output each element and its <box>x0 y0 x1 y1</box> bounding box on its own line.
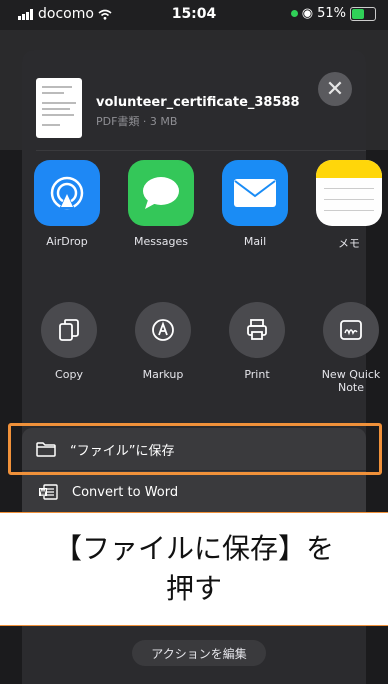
action-row: Copy Markup Print New Quick Note <box>36 302 384 394</box>
markup-icon <box>135 302 191 358</box>
app-notes[interactable]: メモ <box>316 160 382 251</box>
app-messages[interactable]: Messages <box>128 160 194 251</box>
app-label: AirDrop <box>46 235 88 248</box>
app-mail[interactable]: Mail <box>222 160 288 251</box>
messages-icon <box>128 160 194 226</box>
instruction-callout: 【ファイルに保存】を 押す <box>0 512 388 626</box>
app-label: Messages <box>134 235 188 248</box>
status-indicators: ◉ 51% <box>290 6 376 21</box>
app-row: AirDrop Messages Mail メモ <box>34 160 382 251</box>
callout-line-2: 押す <box>165 572 222 605</box>
menu-convert-to-word[interactable]: Convert to Word <box>22 471 366 513</box>
close-icon: ✕ <box>325 76 345 102</box>
battery-icon <box>350 6 376 21</box>
notes-icon <box>316 160 382 226</box>
action-label: Print <box>244 368 270 381</box>
action-quick-note[interactable]: New Quick Note <box>318 302 384 394</box>
print-icon <box>229 302 285 358</box>
word-icon <box>38 484 58 500</box>
menu-label: Convert to Word <box>72 484 179 500</box>
close-button[interactable]: ✕ <box>318 72 352 106</box>
action-print[interactable]: Print <box>224 302 290 394</box>
divider <box>36 150 366 151</box>
app-label: Mail <box>243 235 267 248</box>
airdrop-icon <box>34 160 100 226</box>
app-airdrop[interactable]: AirDrop <box>34 160 100 251</box>
app-label: メモ <box>338 237 360 250</box>
action-markup[interactable]: Markup <box>130 302 196 394</box>
callout-line-1: 【ファイルに保存】を <box>53 532 334 565</box>
quick-note-icon <box>323 302 379 358</box>
battery-percent: 51% <box>317 6 346 21</box>
green-dot-icon <box>290 10 298 17</box>
highlight-frame <box>8 423 382 475</box>
mail-icon <box>222 160 288 226</box>
document-title: volunteer_certificate_38588 <box>96 95 300 110</box>
action-label: Copy <box>55 368 83 381</box>
edit-actions-button[interactable]: アクションを編集 <box>132 640 266 666</box>
action-copy[interactable]: Copy <box>36 302 102 394</box>
focus-icon: ◉ <box>301 6 314 21</box>
action-label: Markup <box>142 368 184 381</box>
copy-icon <box>41 302 97 358</box>
action-label: New Quick Note <box>321 368 381 394</box>
document-subtitle: PDF書類 · 3 MB <box>96 115 178 128</box>
document-thumbnail <box>36 78 82 138</box>
status-bar: docomo 15:04 ◉ 51% <box>0 0 388 30</box>
